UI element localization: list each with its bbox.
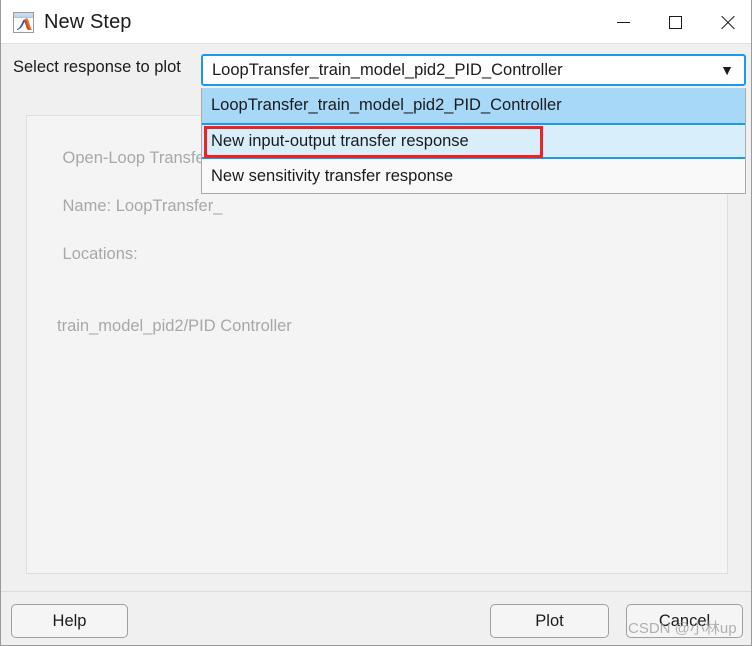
window-title: New Step	[44, 10, 132, 33]
info-line-3: Locations:	[62, 245, 138, 263]
maximize-icon	[668, 15, 682, 29]
dropdown-item-new-input-output[interactable]: New input-output transfer response	[202, 123, 745, 159]
combobox-value: LoopTransfer_train_model_pid2_PID_Contro…	[212, 60, 563, 79]
help-button[interactable]: Help	[11, 604, 128, 638]
maximize-button[interactable]	[649, 0, 701, 44]
dropdown-item-new-sensitivity[interactable]: New sensitivity transfer response	[202, 159, 745, 193]
info-line-4: train_model_pid2/PID Controller	[57, 317, 292, 335]
response-combobox[interactable]: LoopTransfer_train_model_pid2_PID_Contro…	[201, 54, 746, 86]
cancel-button[interactable]: Cancel	[626, 604, 743, 638]
plot-button[interactable]: Plot	[490, 604, 609, 638]
response-dropdown-list: LoopTransfer_train_model_pid2_PID_Contro…	[201, 88, 746, 194]
matlab-membrane-icon	[13, 11, 34, 33]
title-bar-left: New Step	[13, 0, 132, 44]
chevron-down-icon[interactable]: ▼	[710, 63, 744, 77]
new-step-dialog: New Step Select response to plot LoopTra…	[0, 0, 752, 646]
minimize-button[interactable]	[597, 0, 649, 44]
dropdown-item-loop-transfer[interactable]: LoopTransfer_train_model_pid2_PID_Contro…	[202, 88, 745, 123]
title-bar: New Step	[1, 0, 751, 44]
close-icon	[720, 15, 735, 30]
minimize-icon	[616, 21, 630, 23]
info-line-2: Name: LoopTransfer_	[62, 197, 223, 215]
select-response-label: Select response to plot	[13, 58, 181, 76]
footer-divider	[1, 591, 751, 592]
window-controls	[597, 0, 751, 44]
close-button[interactable]	[701, 0, 751, 44]
